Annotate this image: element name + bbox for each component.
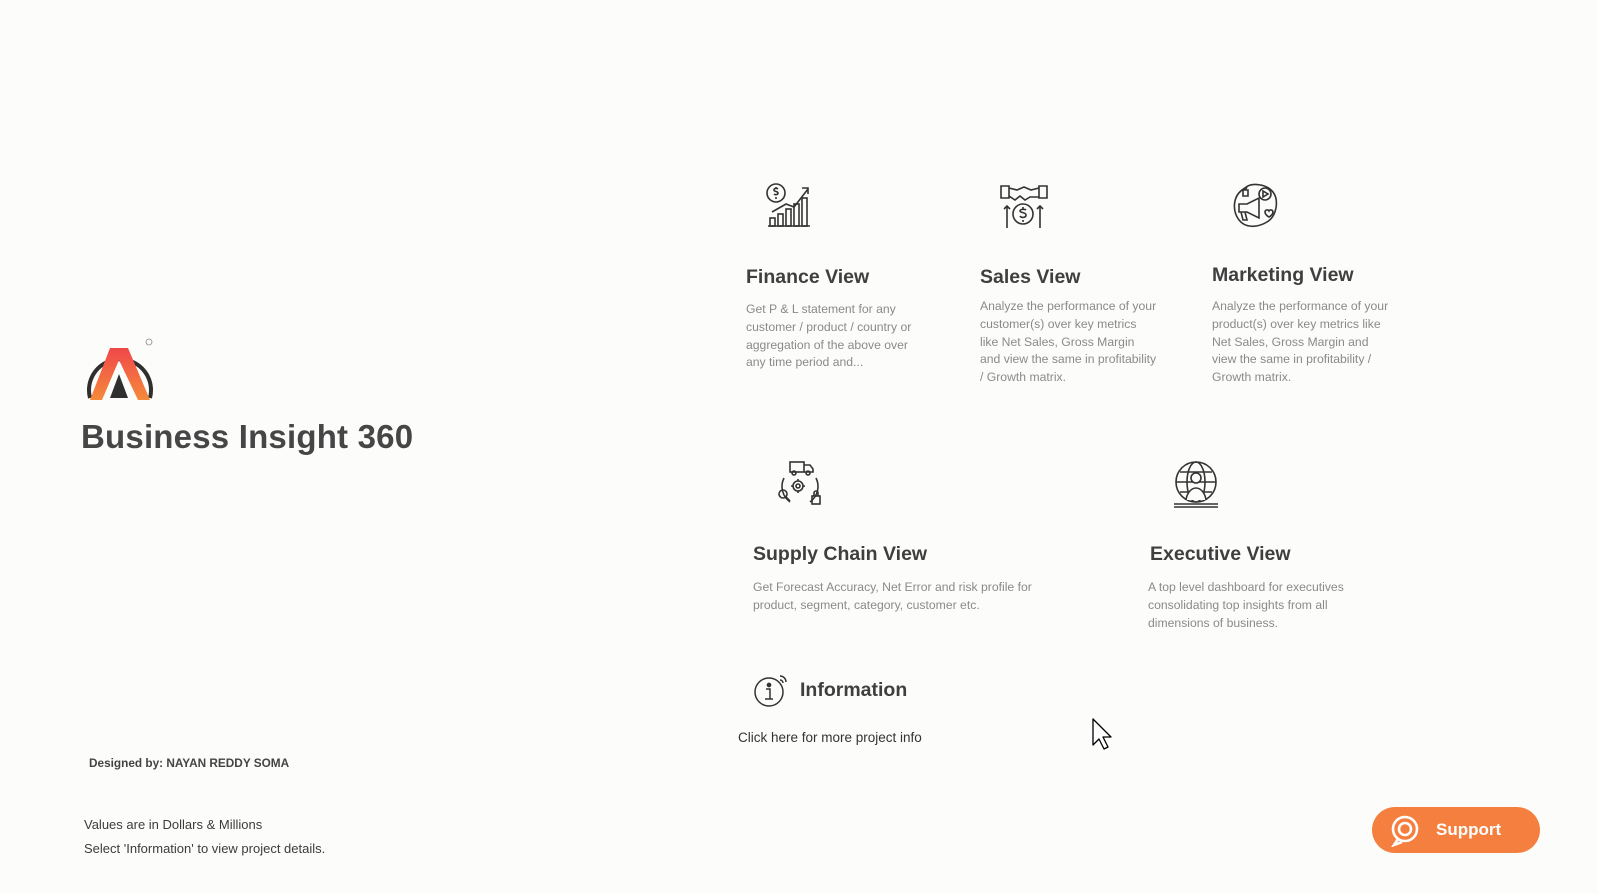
app-title: Business Insight 360 bbox=[81, 418, 414, 455]
designer-credit: Designed by: NAYAN REDDY SOMA bbox=[89, 756, 290, 770]
marketing-megaphone-icon[interactable] bbox=[1231, 182, 1281, 232]
finance-view-description: Get P & L statement for any customer / p… bbox=[746, 302, 912, 370]
finance-view-title[interactable]: Finance View bbox=[746, 266, 869, 289]
info-icon[interactable] bbox=[752, 672, 790, 710]
executive-globe-icon[interactable] bbox=[1172, 460, 1222, 510]
information-title[interactable]: Information bbox=[800, 679, 907, 702]
support-chat-icon bbox=[1388, 813, 1422, 848]
executive-view-title[interactable]: Executive View bbox=[1150, 543, 1291, 566]
executive-view-description: A top level dashboard for executives con… bbox=[1148, 580, 1344, 630]
handshake-coin-icon[interactable] bbox=[999, 182, 1049, 232]
sales-view-description: Analyze the performance of your customer… bbox=[980, 299, 1157, 385]
values-note: Values are in Dollars & Millions bbox=[84, 817, 263, 832]
finance-chart-icon[interactable] bbox=[764, 182, 814, 232]
supply-chain-view-description: Get Forecast Accuracy, Net Error and ris… bbox=[753, 580, 1032, 612]
brand-logo bbox=[86, 334, 158, 408]
supply-chain-view-title[interactable]: Supply Chain View bbox=[753, 543, 927, 566]
support-button[interactable]: Support bbox=[1372, 807, 1540, 853]
sales-view-title[interactable]: Sales View bbox=[980, 266, 1080, 289]
marketing-view-title[interactable]: Marketing View bbox=[1212, 264, 1354, 287]
marketing-view-description: Analyze the performance of your product(… bbox=[1212, 299, 1389, 385]
supply-chain-icon[interactable] bbox=[776, 460, 826, 510]
support-label: Support bbox=[1436, 820, 1502, 839]
select-info-note: Select 'Information' to view project det… bbox=[84, 841, 326, 856]
mouse-pointer-icon bbox=[1091, 717, 1115, 751]
project-info-link[interactable]: Click here for more project info bbox=[738, 730, 922, 745]
